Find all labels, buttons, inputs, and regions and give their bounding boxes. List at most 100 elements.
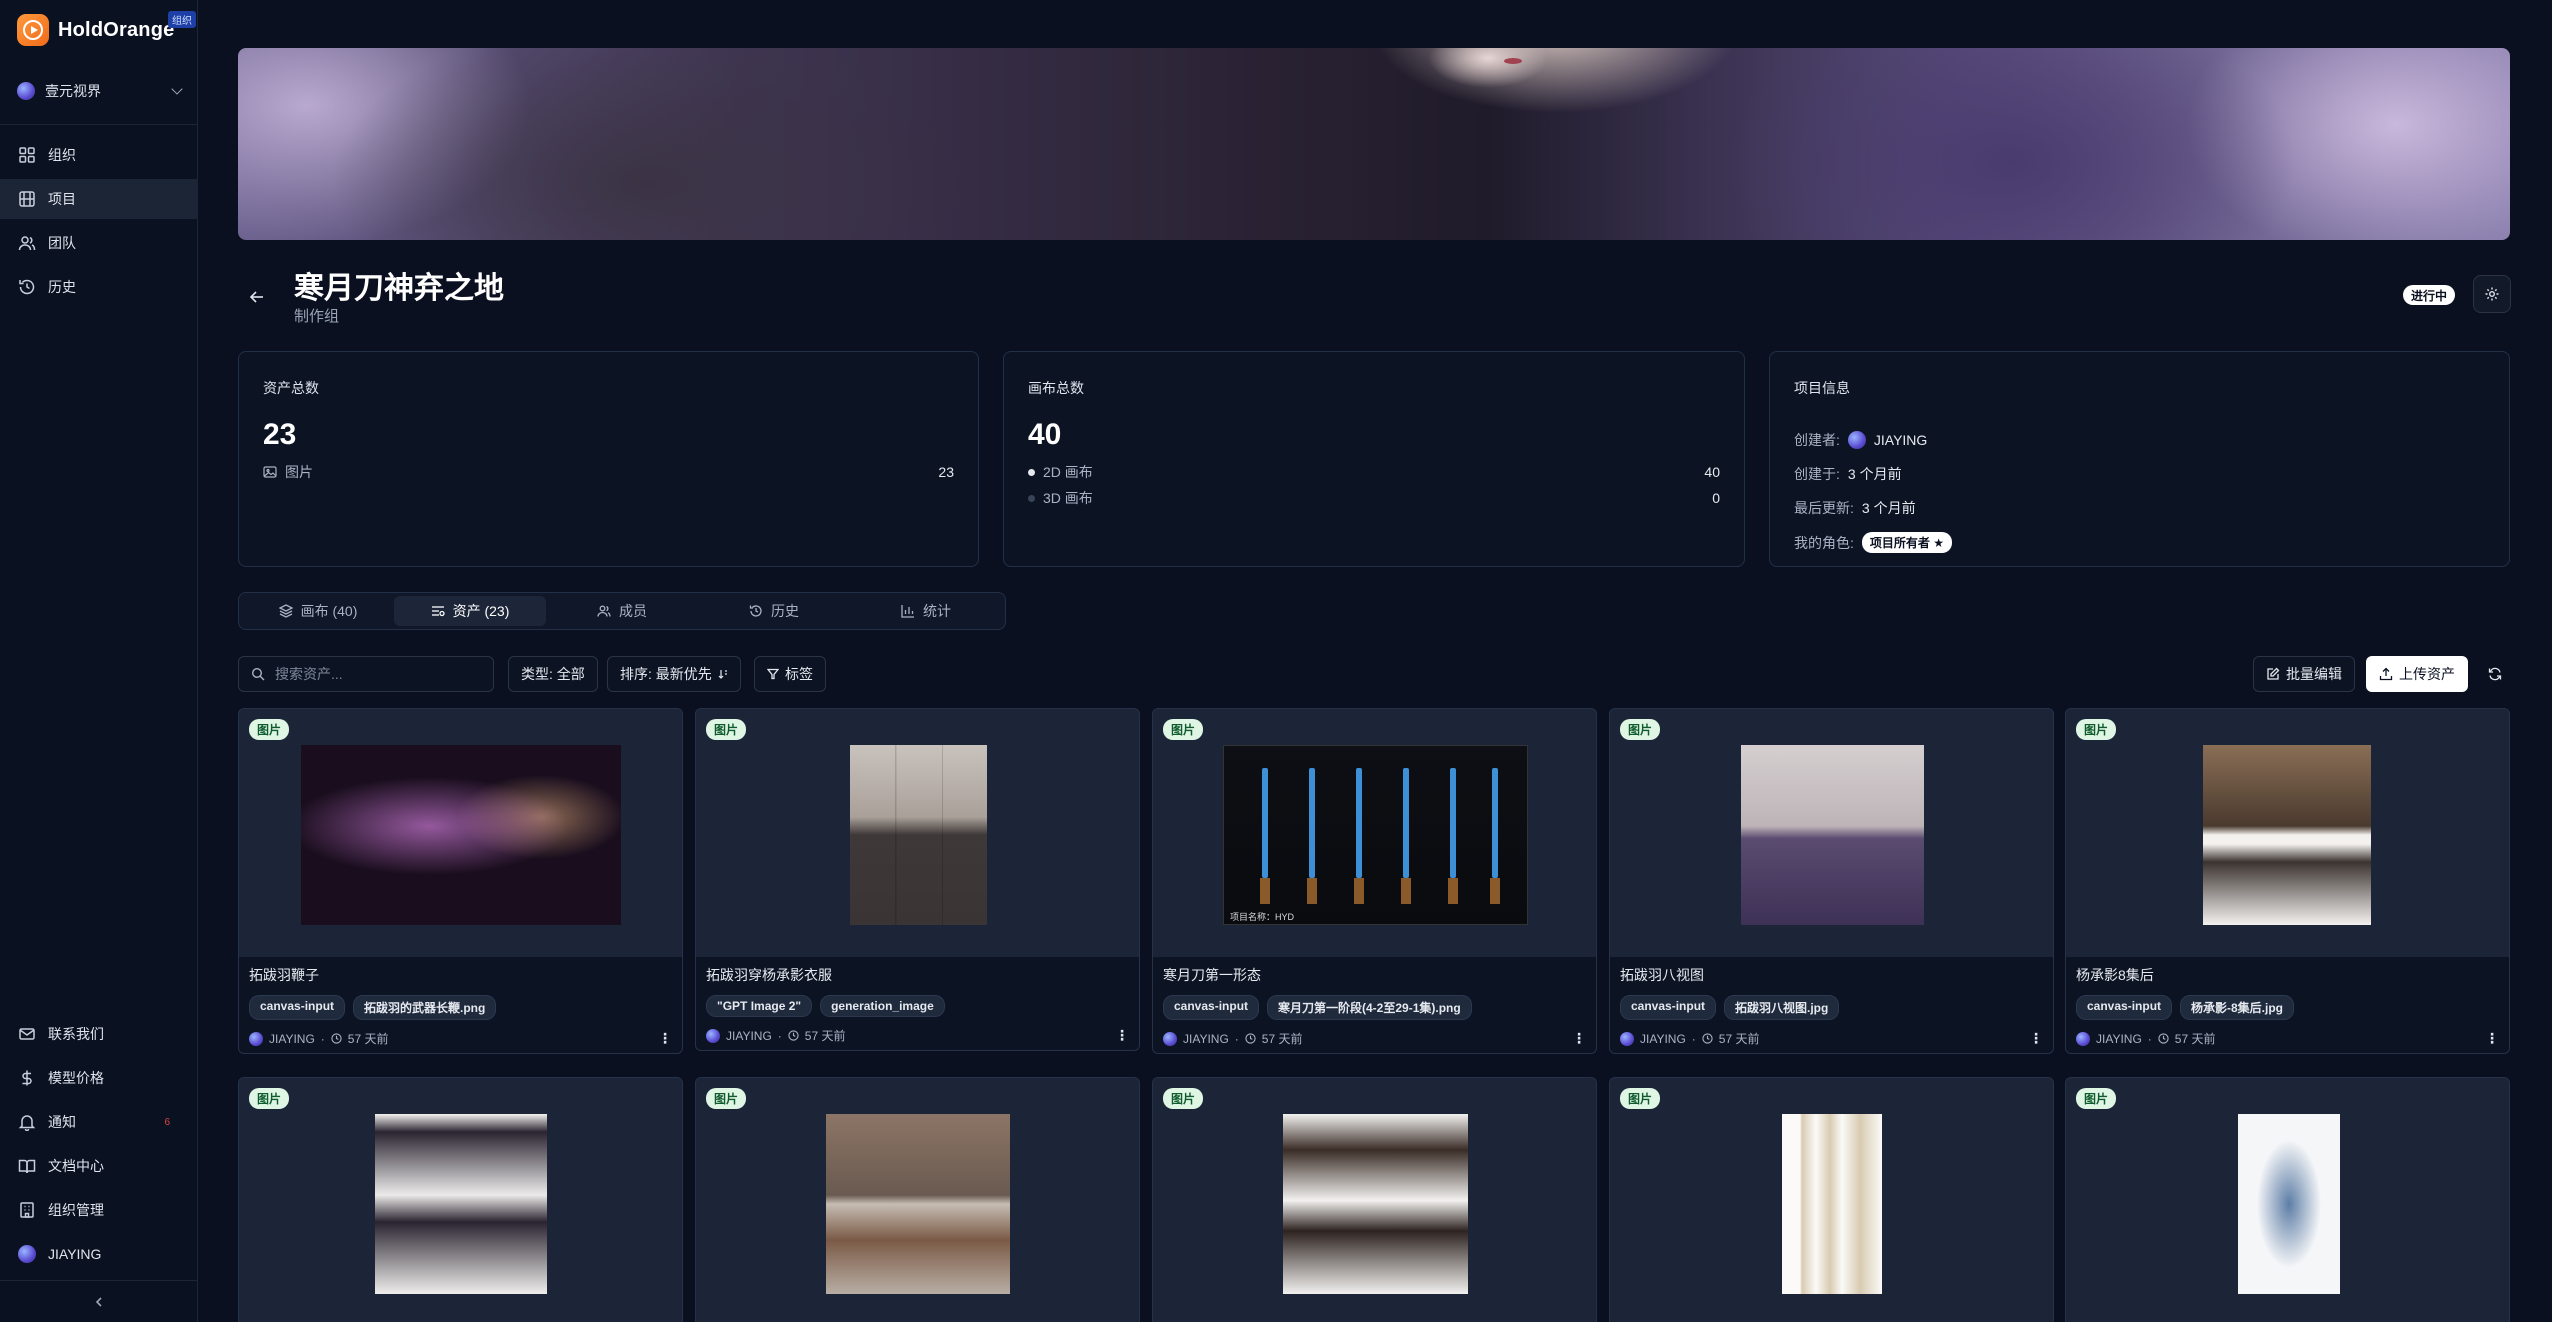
button-label: 标签 <box>785 666 813 682</box>
more-menu-icon[interactable]: ⋮ <box>658 1030 672 1047</box>
sidebar-item-label: JIAYING <box>48 1246 102 1262</box>
asset-card[interactable]: 图片 项目名称：HYD 寒月刀第一形态 canvas-input 寒月刀第一阶段… <box>1152 708 1597 1054</box>
banner-art-detail <box>1504 58 1522 64</box>
asset-card[interactable]: 图片 <box>1609 1077 2054 1322</box>
app-logo[interactable]: HoldOrange <box>17 14 174 46</box>
role-row: 我的角色: 项目所有者 ★ <box>1794 532 2485 553</box>
asset-tag[interactable]: 杨承影-8集后.jpg <box>2180 995 2295 1020</box>
sidebar-item-org[interactable]: 组织 <box>0 135 198 175</box>
sidebar-item-docs[interactable]: 文档中心 <box>0 1146 198 1186</box>
created-label: 创建于: <box>1794 466 1840 482</box>
type-badge: 图片 <box>249 719 290 740</box>
sidebar-item-pricing[interactable]: 模型价格 <box>0 1058 198 1098</box>
sort-button[interactable]: 排序: 最新优先 <box>607 656 741 692</box>
asset-thumbnail: 图片 <box>239 1078 682 1322</box>
button-label: 批量编辑 <box>2286 666 2342 682</box>
asset-tag[interactable]: canvas-input <box>1620 995 1717 1020</box>
type-filter-button[interactable]: 类型: 全部 <box>508 656 598 692</box>
mail-icon <box>18 1025 36 1043</box>
tab-members[interactable]: 成员 <box>546 596 698 626</box>
asset-tag[interactable]: generation_image <box>820 995 945 1017</box>
asset-thumbnail: 图片 <box>2066 709 2509 957</box>
asset-card[interactable]: 图片 拓跋羽穿杨承影衣服 "GPT Image 2" generation_im… <box>695 708 1140 1051</box>
role-badge: 项目所有者 ★ <box>1861 532 1952 553</box>
asset-thumbnail: 图片 <box>1610 709 2053 957</box>
sidebar-item-history[interactable]: 历史 <box>0 267 198 307</box>
sidebar-item-label: 团队 <box>48 235 76 251</box>
created-row: 创建于: 3 个月前 <box>1794 464 2485 484</box>
image-icon <box>263 466 277 478</box>
sidebar-item-projects[interactable]: 项目 <box>0 179 198 219</box>
updated-value: 3 个月前 <box>1861 500 1916 516</box>
updated-row: 最后更新: 3 个月前 <box>1794 498 2485 518</box>
asset-card[interactable]: 图片 杨承影8集后 canvas-input 杨承影-8集后.jpg JIAYI… <box>2065 708 2510 1054</box>
asset-card[interactable]: 图片 <box>2065 1077 2510 1322</box>
asset-thumbnail: 图片 项目名称：HYD <box>1153 709 1596 957</box>
tab-stats[interactable]: 统计 <box>850 596 1002 626</box>
sidebar-item-org-admin[interactable]: 组织管理 <box>0 1190 198 1230</box>
asset-image <box>2203 745 2371 925</box>
asset-tag[interactable]: "GPT Image 2" <box>706 995 813 1017</box>
asset-tag[interactable]: 拓跋羽的武器长鞭.png <box>353 995 497 1020</box>
asset-tag[interactable]: canvas-input <box>1163 995 1260 1020</box>
asset-tag[interactable]: 寒月刀第一阶段(4-2至29-1集).png <box>1267 995 1472 1020</box>
refresh-button[interactable] <box>2479 656 2511 692</box>
image-caption: 项目名称：HYD <box>1230 912 1295 922</box>
tab-canvas[interactable]: 画布 (40) <box>242 596 394 626</box>
more-menu-icon[interactable]: ⋮ <box>2029 1030 2043 1047</box>
batch-edit-button[interactable]: 批量编辑 <box>2253 656 2355 692</box>
status-badge: 进行中 <box>2403 285 2456 305</box>
more-menu-icon[interactable]: ⋮ <box>1572 1030 1586 1047</box>
asset-card[interactable]: 图片 拓跋羽八视图 canvas-input 拓跋羽八视图.jpg JIAYIN… <box>1609 708 2054 1054</box>
avatar <box>1847 431 1866 449</box>
org-switcher[interactable]: 壹元视界 <box>17 78 183 104</box>
asset-thumbnail: 图片 <box>696 709 1139 957</box>
arrow-left-icon <box>249 291 263 303</box>
sidebar-item-label: 项目 <box>48 191 76 207</box>
type-badge: 图片 <box>2076 1088 2117 1109</box>
asset-card[interactable]: 图片 <box>238 1077 683 1322</box>
asset-card[interactable]: 图片 拓跋羽鞭子 canvas-input 拓跋羽的武器长鞭.png JIAYI… <box>238 708 683 1054</box>
tab-assets[interactable]: 资产 (23) <box>394 596 546 626</box>
more-menu-icon[interactable]: ⋮ <box>1115 1027 1129 1044</box>
asset-image <box>2238 1114 2340 1294</box>
settings-button[interactable] <box>2473 275 2511 313</box>
org-name: 壹元视界 <box>45 83 101 99</box>
stat-row: 3D 画布 0 <box>1028 488 1720 508</box>
search-input[interactable] <box>275 666 475 682</box>
more-menu-icon[interactable]: ⋮ <box>2485 1030 2499 1047</box>
asset-thumbnail: 图片 <box>239 709 682 957</box>
gear-icon <box>2485 287 2499 301</box>
asset-image <box>1782 1114 1882 1294</box>
users-icon <box>18 234 36 252</box>
sidebar-item-label: 模型价格 <box>48 1070 104 1086</box>
stat-row: 图片 23 <box>263 462 954 482</box>
type-badge: 图片 <box>1163 1088 1204 1109</box>
collapse-sidebar-button[interactable] <box>0 1280 198 1322</box>
upload-asset-button[interactable]: 上传资产 <box>2366 656 2468 692</box>
card-label: 资产总数 <box>263 380 319 396</box>
asset-card[interactable]: 图片 <box>695 1077 1140 1322</box>
asset-tag[interactable]: canvas-input <box>2076 995 2173 1020</box>
logo-icon <box>17 14 49 46</box>
creator-name: JIAYING <box>1873 432 1928 448</box>
sidebar-item-notifications[interactable]: 通知 6 <box>0 1102 198 1142</box>
sidebar-item-label: 通知 <box>48 1114 76 1130</box>
asset-card[interactable]: 图片 <box>1152 1077 1597 1322</box>
back-button[interactable] <box>244 284 270 310</box>
sidebar-item-user[interactable]: JIAYING <box>0 1234 198 1274</box>
updated-label: 最后更新: <box>1794 500 1854 516</box>
sidebar-item-label: 组织 <box>48 147 76 163</box>
tab-history[interactable]: 历史 <box>698 596 850 626</box>
asset-author: JIAYING <box>269 1031 315 1046</box>
sidebar-item-contact[interactable]: 联系我们 <box>0 1014 198 1054</box>
separator: · <box>1691 1031 1696 1046</box>
sidebar-item-team[interactable]: 团队 <box>0 223 198 263</box>
asset-tag[interactable]: canvas-input <box>249 995 346 1020</box>
asset-tag[interactable]: 拓跋羽八视图.jpg <box>1724 995 1840 1020</box>
assets-stat-card: 资产总数 23 图片 23 <box>238 351 979 567</box>
button-label: 类型: 全部 <box>521 666 585 682</box>
avatar <box>249 1031 263 1046</box>
tags-filter-button[interactable]: 标签 <box>754 656 826 692</box>
asset-title: 杨承影8集后 <box>2076 967 2154 983</box>
